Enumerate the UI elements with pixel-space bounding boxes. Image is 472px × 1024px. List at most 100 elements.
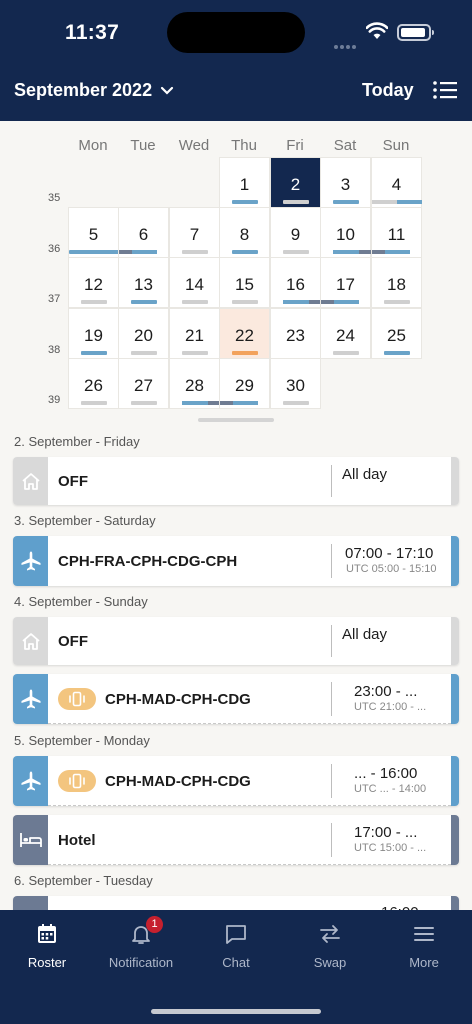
calendar-day-cell[interactable]: 19 [68, 308, 119, 359]
roster-item-flight[interactable]: CPH-MAD-CPH-CDG 23:00 - ... UTC 21:00 - … [13, 674, 459, 724]
calendar-day-cell[interactable]: 29 [219, 358, 270, 409]
day-header: 4. September - Sunday [14, 594, 148, 609]
tab-chat[interactable]: Chat [189, 910, 283, 980]
calendar-drag-handle[interactable] [198, 418, 274, 422]
calendar-day-cell[interactable]: 20 [118, 308, 169, 359]
duty-indicator [182, 401, 208, 405]
duty-indicator [397, 200, 422, 204]
home-icon [21, 633, 40, 650]
duty-time: 07:00 - 17:10 [345, 545, 434, 562]
duty-utc-time: UTC 05:00 - 15:10 [346, 563, 437, 575]
duty-title: OFF [58, 632, 88, 650]
calendar-day-cell[interactable]: 30 [270, 358, 321, 409]
week-number: 38 [48, 344, 61, 356]
list-view-icon[interactable] [433, 80, 457, 100]
airplane-icon [21, 771, 40, 791]
duty-title: CPH-MAD-CPH-CDG [105, 772, 251, 790]
calendar-day-cell[interactable]: 6 [118, 207, 169, 258]
tab-roster[interactable]: Roster [0, 910, 94, 980]
weekday-sat: Sat [333, 137, 357, 154]
calendar-day-cell[interactable]: 7 [169, 207, 220, 258]
calendar-day-cell[interactable]: 28 [169, 358, 220, 409]
week-number: 36 [48, 243, 61, 255]
day-header: 3. September - Saturday [14, 513, 156, 528]
week-number: 37 [48, 293, 61, 305]
calendar-day-cell[interactable]: 12 [68, 257, 119, 308]
duty-indicator [333, 250, 359, 254]
calendar-day-cell[interactable]: 10 [320, 207, 371, 258]
day-header: 6. September - Tuesday [14, 873, 153, 888]
calendar-day-cell-today[interactable]: 22 [219, 308, 270, 359]
calendar-day-cell[interactable]: 5 [68, 207, 119, 258]
roster-item-off[interactable]: OFF All day [13, 457, 459, 505]
duty-time: All day [342, 466, 388, 483]
chevron-down-icon [160, 86, 174, 95]
airplane-icon [21, 689, 40, 709]
roster-item-flight[interactable]: CPH-MAD-CPH-CDG ... - 16:00 UTC ... - 14… [13, 756, 459, 806]
hotel-indicator [372, 250, 385, 254]
calendar-day-cell[interactable]: 15 [219, 257, 270, 308]
tab-label: Chat [222, 955, 250, 970]
duty-utc-time: UTC 21:00 - ... [354, 701, 427, 713]
tab-swap[interactable]: Swap [283, 910, 377, 980]
calendar-day-cell[interactable]: 17 [320, 257, 371, 308]
duty-indicator [232, 200, 258, 204]
tab-label: More [409, 955, 439, 970]
week-number: 35 [48, 192, 61, 204]
calendar-day-cell[interactable]: 1 [219, 157, 270, 208]
calendar-day-cell[interactable]: 24 [320, 308, 371, 359]
tab-notification[interactable]: 1 Notification [94, 910, 188, 980]
calendar-day-cell[interactable]: 3 [320, 157, 371, 208]
tab-label: Notification [108, 955, 174, 970]
duty-indicator [233, 401, 258, 405]
duty-time: All day [342, 626, 388, 643]
duty-utc-time: UTC 15:00 - ... [354, 842, 427, 854]
off-indicator [131, 351, 157, 355]
duty-utc-time: UTC ... - 14:00 [354, 783, 427, 795]
calendar-day-cell[interactable]: 13 [118, 257, 169, 308]
off-indicator [232, 300, 258, 304]
duty-indicator [81, 351, 107, 355]
weekday-wed: Wed [178, 137, 210, 154]
duty-indicator [69, 250, 119, 254]
off-indicator [81, 401, 107, 405]
calendar-day-cell[interactable]: 25 [371, 308, 422, 359]
duty-indicator [132, 250, 157, 254]
roster-item-off[interactable]: OFF All day [13, 617, 459, 665]
calendar-icon [38, 924, 56, 943]
roster-item-hotel[interactable]: Hotel 17:00 - ... UTC 15:00 - ... [13, 815, 459, 865]
phone-vibrate-icon [58, 688, 96, 710]
calendar-day-cell[interactable]: 26 [68, 358, 119, 409]
weekday-thu: Thu [231, 137, 257, 154]
calendar-day-cell[interactable]: 27 [118, 358, 169, 409]
tab-label: Roster [27, 955, 67, 970]
calendar-day-cell[interactable]: 18 [371, 257, 422, 308]
calendar-day-cell[interactable]: 16 [270, 257, 321, 308]
off-indicator [283, 200, 309, 204]
roster-item-flight[interactable]: CPH-FRA-CPH-CDG-CPH 07:00 - 17:10 UTC 05… [13, 536, 459, 586]
hotel-indicator [119, 250, 132, 254]
calendar-day-cell[interactable]: 4 [371, 157, 422, 208]
calendar-day-cell[interactable]: 9 [270, 207, 321, 258]
duty-title: CPH-FRA-CPH-CDG-CPH [58, 552, 238, 570]
airplane-icon [21, 551, 40, 571]
calendar-day-cell[interactable]: 23 [270, 308, 321, 359]
chat-icon [226, 925, 246, 944]
calendar-day-cell[interactable]: 14 [169, 257, 220, 308]
month-selector-button[interactable]: September 2022 [14, 80, 174, 101]
tab-more[interactable]: More [377, 910, 471, 980]
calendar-day-cell-selected[interactable]: 2 [270, 157, 321, 208]
duty-time: 23:00 - ... [354, 683, 418, 700]
today-button[interactable]: Today [362, 80, 414, 101]
calendar-day-cell[interactable]: 21 [169, 308, 220, 359]
off-indicator [283, 250, 309, 254]
duty-indicator [384, 351, 410, 355]
app-header: 11:37 September 2022 Today [0, 0, 472, 121]
weekday-sun: Sun [382, 137, 410, 154]
calendar-day-cell[interactable]: 11 [371, 207, 422, 258]
weekday-fri: Fri [286, 137, 304, 154]
day-header: 5. September - Monday [14, 733, 150, 748]
home-indicator [151, 1009, 321, 1014]
bed-icon [19, 833, 42, 847]
calendar-day-cell[interactable]: 8 [219, 207, 270, 258]
